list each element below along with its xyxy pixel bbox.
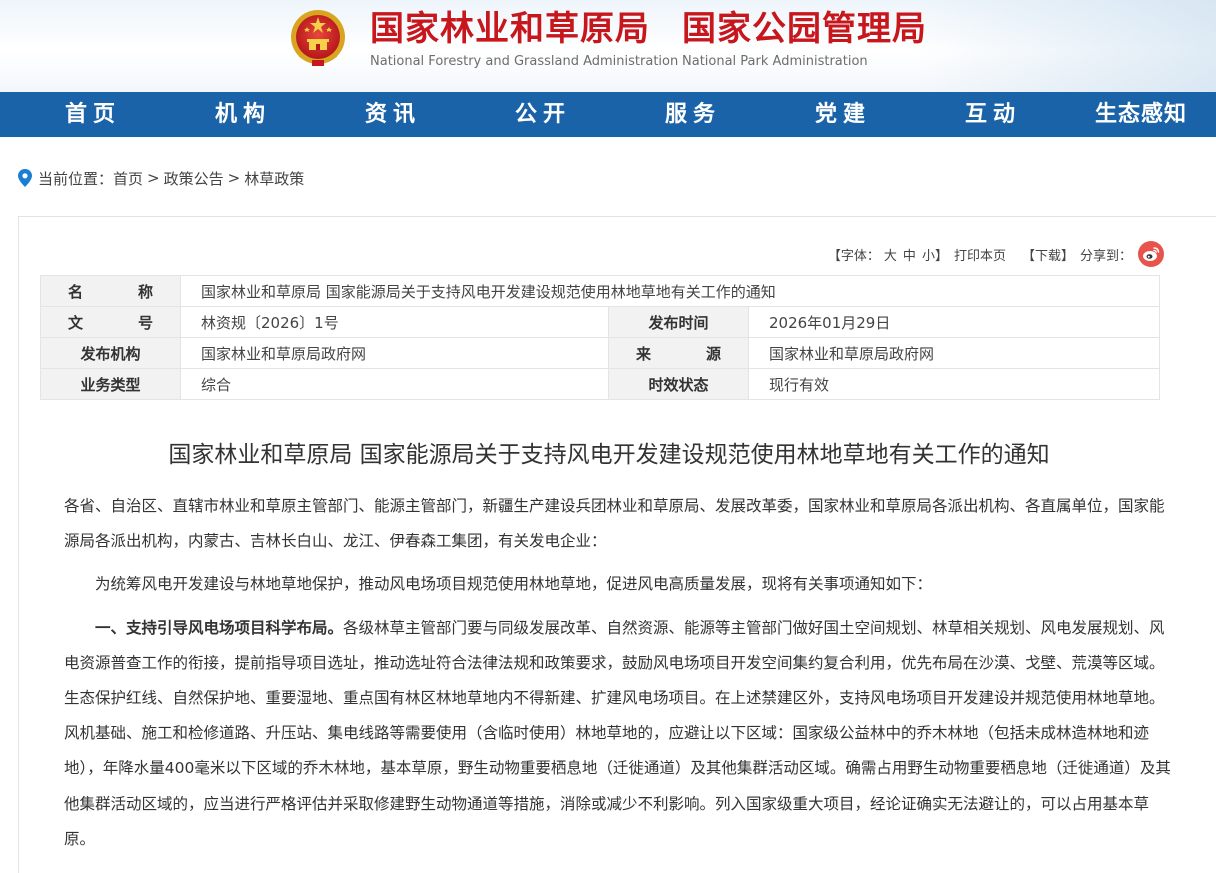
breadcrumb-separator: > [147, 169, 160, 187]
nav-item-interaction[interactable]: 互动 [965, 92, 1021, 137]
nav-item-home[interactable]: 首页 [65, 92, 121, 137]
breadcrumb-forestry-policy[interactable]: 林草政策 [244, 168, 304, 189]
download-link[interactable]: 【下载】 [1022, 245, 1074, 264]
issuing-org-label: 发布机构 [40, 337, 181, 369]
article-section-1: 一、支持引导风电场项目科学布局。各级林草主管部门要与同级发展改革、自然资源、能源… [64, 611, 1174, 857]
nav-item-disclosure[interactable]: 公开 [515, 92, 571, 137]
font-size-medium[interactable]: 中 [903, 245, 916, 264]
document-metadata-table: 名 称 国家林业和草原局 国家能源局关于支持风电开发建设规范使用林地草地有关工作… [40, 275, 1160, 400]
location-pin-icon [18, 169, 32, 187]
site-header: 国家林业和草原局 国家公园管理局 National Forestry and G… [0, 0, 1216, 92]
business-type-value: 综合 [180, 368, 609, 400]
article-toolbar: 【字体： 大 中 小】 打印本页 【下载】 分享到： [828, 241, 1164, 267]
nav-item-eco-perception[interactable]: 生态感知 [1095, 92, 1187, 137]
national-emblem-icon[interactable] [288, 7, 348, 71]
section-1-body: 各级林草主管部门要与同级发展改革、自然资源、能源等主管部门做好国土空间规划、林草… [64, 618, 1171, 848]
breadcrumb: 当前位置： 首页 > 政策公告 > 林草政策 [18, 168, 304, 188]
source-label: 来 源 [608, 337, 749, 369]
font-size-large[interactable]: 大 [884, 245, 897, 264]
nav-item-organization[interactable]: 机构 [215, 92, 271, 137]
validity-status-label: 时效状态 [608, 368, 749, 400]
header-background [916, 0, 1216, 92]
article-title: 国家林业和草原局 国家能源局关于支持风电开发建设规范使用林地草地有关工作的通知 [168, 442, 1050, 468]
breadcrumb-policy-announcements[interactable]: 政策公告 [164, 168, 224, 189]
article-container: 【字体： 大 中 小】 打印本页 【下载】 分享到： 名 称 国家林业和草原局 … [18, 216, 1216, 873]
site-subtitle-park: National Park Administration [682, 54, 868, 69]
site-title-park[interactable]: 国家公园管理局 [682, 8, 927, 50]
font-size-label: 【字体： [827, 248, 880, 264]
publish-date-value: 2026年01月29日 [748, 306, 1160, 338]
article-salutation: 各省、自治区、直辖市林业和草原主管部门、能源主管部门，新疆生产建设兵团林业和草原… [64, 497, 1165, 551]
name-label: 名 称 [40, 275, 181, 307]
print-link[interactable]: 打印本页 [954, 245, 1006, 264]
share-label: 分享到： [1079, 248, 1132, 264]
doc-number-label: 文 号 [40, 306, 181, 338]
nav-item-services[interactable]: 服务 [665, 92, 721, 137]
breadcrumb-label: 当前位置： [38, 169, 114, 188]
nav-item-news[interactable]: 资讯 [365, 92, 421, 137]
source-value: 国家林业和草原局政府网 [748, 337, 1160, 369]
article-body: 各省、自治区、直辖市林业和草原主管部门、能源主管部门，新疆生产建设兵团林业和草原… [64, 489, 1174, 865]
validity-status-value: 现行有效 [748, 368, 1160, 400]
breadcrumb-home[interactable]: 首页 [113, 168, 143, 189]
business-type-label: 业务类型 [40, 368, 181, 400]
nav-item-party[interactable]: 党建 [815, 92, 871, 137]
article-intro: 为统筹风电开发建设与林地草地保护，推动风电场项目规范使用林地草地，促进风电高质量… [95, 575, 933, 594]
issuing-org-value: 国家林业和草原局政府网 [180, 337, 609, 369]
section-1-heading: 一、支持引导风电场项目科学布局。 [95, 618, 344, 637]
main-nav: 首页 机构 资讯 公开 服务 党建 互动 生态感知 [0, 92, 1216, 137]
name-value: 国家林业和草原局 国家能源局关于支持风电开发建设规范使用林地草地有关工作的通知 [180, 275, 1160, 307]
font-size-small[interactable]: 小】 [922, 245, 948, 264]
breadcrumb-separator: > [227, 169, 241, 187]
weibo-icon[interactable] [1138, 241, 1164, 267]
site-title-forestry[interactable]: 国家林业和草原局 [370, 8, 650, 50]
doc-number-value: 林资规〔2026〕1号 [180, 306, 609, 338]
publish-date-label: 发布时间 [608, 306, 749, 338]
site-subtitle-forestry: National Forestry and Grassland Administ… [370, 54, 679, 69]
